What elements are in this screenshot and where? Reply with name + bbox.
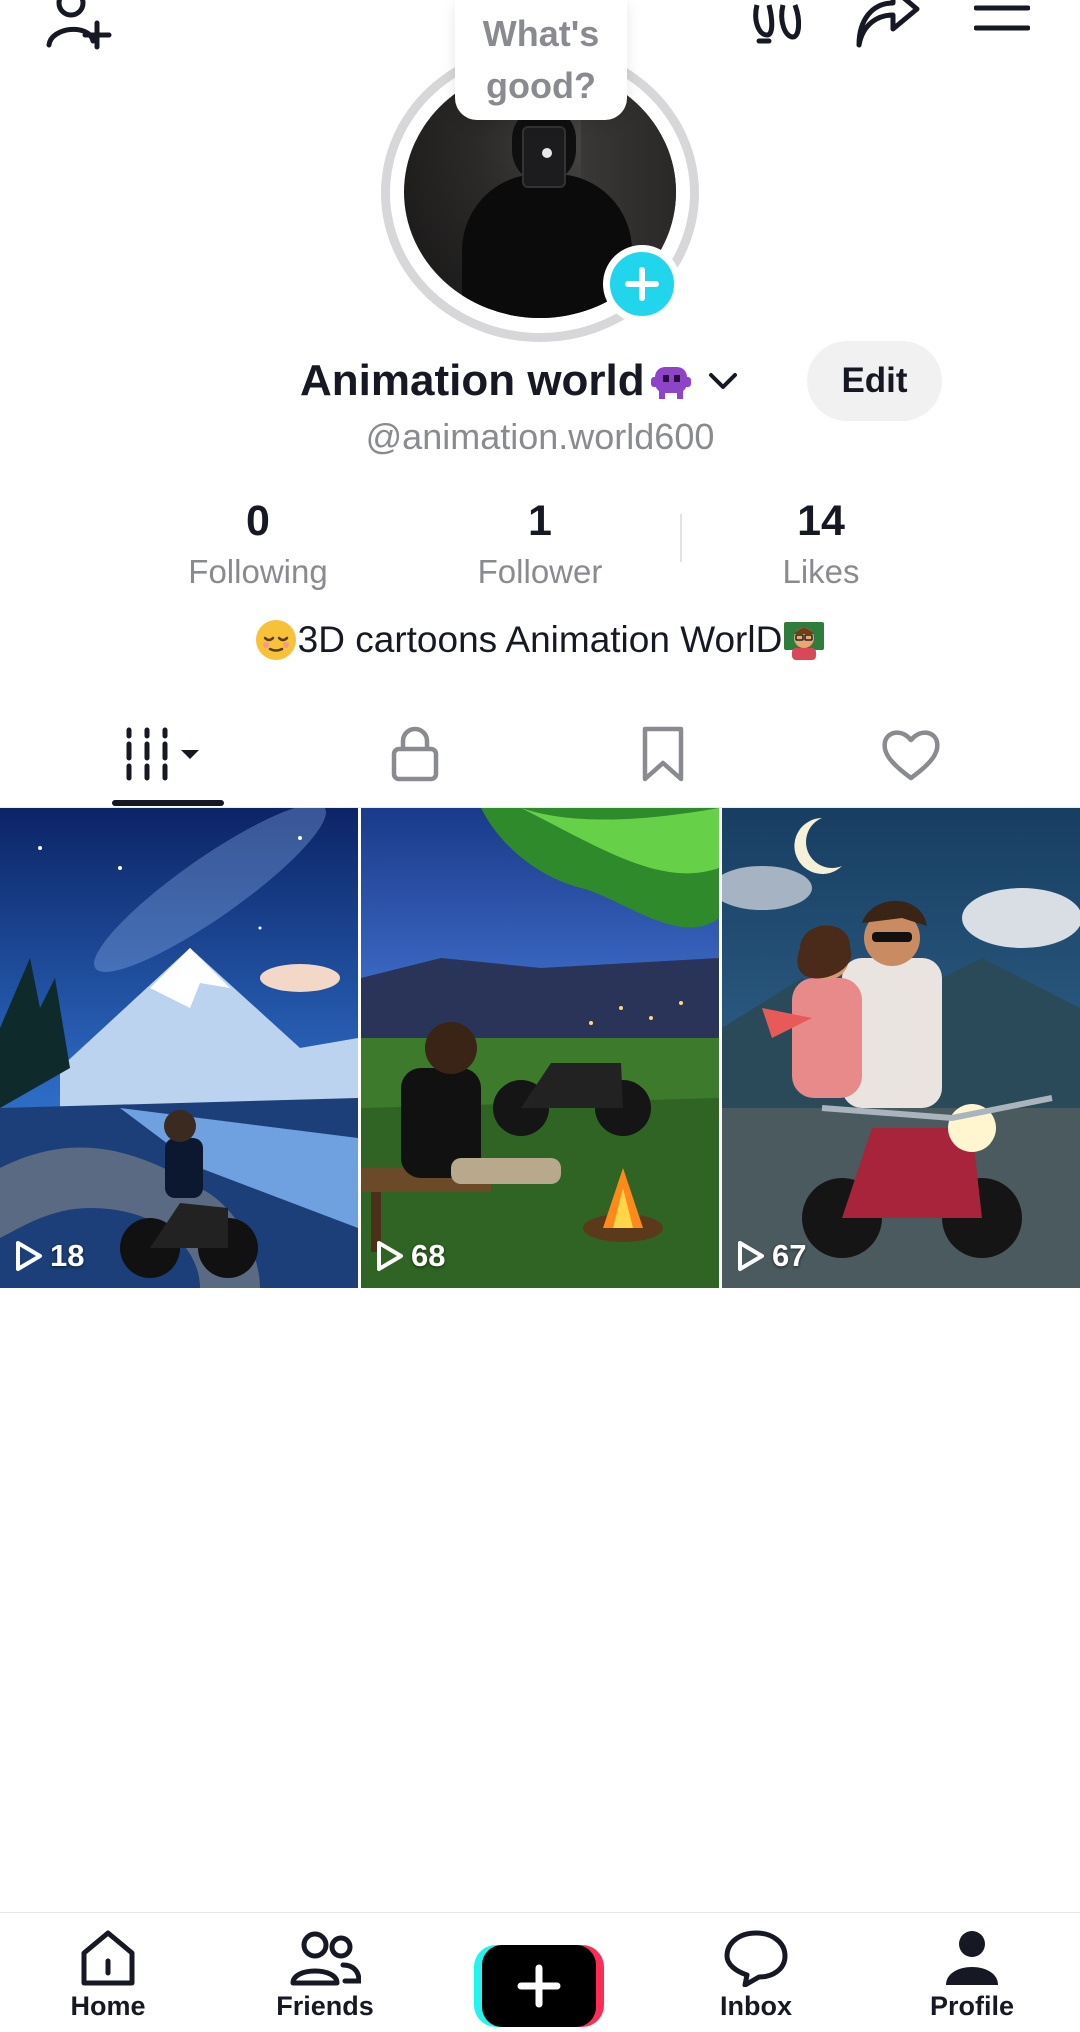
nav-profile[interactable]: Profile xyxy=(892,1929,1052,2022)
add-photo-button[interactable] xyxy=(603,245,681,323)
video-thumbnail[interactable]: 68 xyxy=(361,808,719,1288)
username: @animation.world600 xyxy=(365,416,715,457)
view-count: 67 xyxy=(736,1238,806,1274)
view-count: 68 xyxy=(375,1238,445,1274)
note-bubble[interactable]: What's good? xyxy=(455,0,627,120)
nav-friends[interactable]: Friends xyxy=(245,1929,405,2022)
nav-inbox[interactable]: Inbox xyxy=(676,1929,836,2022)
display-name: Animation world xyxy=(300,356,645,405)
nav-home[interactable]: Home xyxy=(28,1929,188,2022)
view-count-value: 68 xyxy=(411,1238,446,1273)
view-count-value: 18 xyxy=(50,1238,85,1273)
lock-icon xyxy=(391,726,439,782)
following-stat[interactable]: 0 Following xyxy=(148,492,368,594)
video-thumbnail[interactable]: 67 xyxy=(722,808,1080,1288)
note-bubble-line-2: good? xyxy=(486,65,596,106)
play-icon xyxy=(377,1241,403,1271)
alien-monster-emoji xyxy=(650,367,691,399)
followers-stat[interactable]: 1 Follower xyxy=(430,492,650,594)
video-thumbnail[interactable]: 18 xyxy=(0,808,358,1288)
view-count-value: 67 xyxy=(772,1238,807,1273)
nav-profile-label: Profile xyxy=(929,1991,1015,2021)
share-arrow-icon[interactable] xyxy=(848,0,928,56)
heart-icon xyxy=(882,730,940,781)
edit-profile-button[interactable]: Edit xyxy=(807,341,942,421)
hamburger-menu-icon[interactable] xyxy=(962,0,1042,50)
friends-icon xyxy=(290,1931,361,1986)
bio: 3D cartoons Animation WorlD xyxy=(0,618,1080,662)
add-user-icon[interactable] xyxy=(40,0,120,58)
likes-label: Likes xyxy=(782,553,860,590)
profile-icon xyxy=(946,1931,998,1985)
play-icon xyxy=(16,1241,42,1271)
nav-home-label: Home xyxy=(70,1991,146,2021)
tab-videos[interactable] xyxy=(86,700,246,808)
inbox-chat-icon xyxy=(724,1930,788,1987)
grid-columns-icon xyxy=(126,727,199,781)
active-tab-indicator xyxy=(112,800,224,806)
play-icon xyxy=(738,1241,764,1271)
view-count: 18 xyxy=(14,1238,84,1274)
nav-friends-label: Friends xyxy=(276,1991,374,2021)
footprints-icon[interactable] xyxy=(740,0,814,56)
following-label: Following xyxy=(188,553,328,590)
likes-stat[interactable]: 14 Likes xyxy=(711,492,931,594)
tab-private[interactable] xyxy=(335,700,495,808)
plus-icon xyxy=(517,1964,561,2008)
note-bubble-line-1: What's xyxy=(482,13,600,54)
bookmark-icon xyxy=(642,726,684,782)
plus-icon xyxy=(625,267,659,301)
display-name-row[interactable]: Animation world xyxy=(300,348,741,414)
chevron-down-icon[interactable] xyxy=(705,363,741,399)
tab-liked[interactable] xyxy=(831,700,991,808)
bottom-navigation: Home Friends Inbox Profile xyxy=(0,1912,1080,2032)
likes-count: 14 xyxy=(797,497,845,545)
video-grid: 18 68 67 xyxy=(0,808,1080,1288)
profile-tabs xyxy=(0,700,1080,808)
followers-label: Follower xyxy=(477,553,603,590)
home-icon xyxy=(81,1930,135,1986)
nav-inbox-label: Inbox xyxy=(720,1991,792,2021)
bio-text: 3D cartoons Animation WorlD xyxy=(297,619,783,660)
followers-count: 1 xyxy=(528,497,552,545)
following-count: 0 xyxy=(246,497,270,545)
stats-divider xyxy=(680,514,682,562)
tab-saved[interactable] xyxy=(583,700,743,808)
teacher-emoji xyxy=(784,622,825,660)
relieved-face-emoji xyxy=(255,620,296,660)
create-button[interactable] xyxy=(474,1945,604,2027)
